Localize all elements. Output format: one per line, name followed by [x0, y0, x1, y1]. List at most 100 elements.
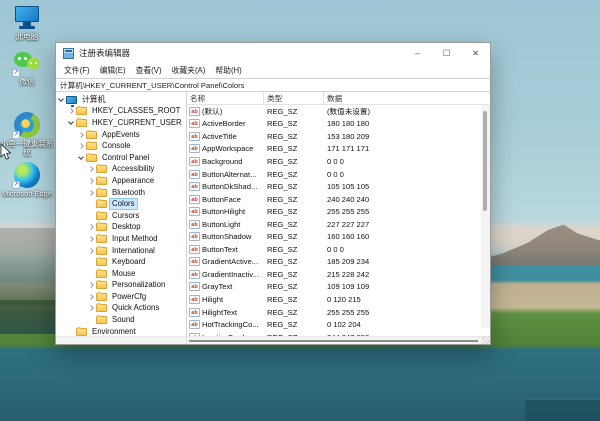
tree-item[interactable]: AppEvents — [56, 129, 186, 141]
chevron-icon[interactable] — [68, 328, 75, 335]
tree-item[interactable]: Bluetooth — [56, 187, 186, 199]
chevron-icon[interactable] — [88, 189, 95, 196]
chevron-icon[interactable] — [78, 143, 85, 150]
value-name: ButtonDkShad... — [202, 182, 258, 192]
table-row[interactable]: ButtonText REG_SZ 0 0 0 — [187, 243, 481, 256]
table-row[interactable]: ButtonShadow REG_SZ 160 160 160 — [187, 230, 481, 243]
tree-item-label: Colors — [109, 198, 138, 211]
tree-hscrollbar[interactable] — [56, 337, 187, 344]
tree-item[interactable]: Personalization — [56, 280, 186, 292]
chevron-icon[interactable] — [88, 166, 95, 173]
close-button[interactable]: ✕ — [461, 43, 490, 63]
menu-item[interactable]: 查看(V) — [131, 65, 167, 76]
chevron-icon[interactable] — [88, 282, 95, 289]
chevron-icon[interactable] — [88, 305, 95, 312]
desktop-icon-wechat[interactable]: ↗ 微信 — [0, 50, 54, 87]
chevron-icon[interactable] — [68, 108, 75, 115]
folder-icon — [96, 164, 107, 174]
tree-item[interactable]: Desktop — [56, 222, 186, 234]
tree-item-label: Environment — [92, 326, 136, 336]
vertical-scrollbar-thumb[interactable] — [483, 111, 487, 211]
table-row[interactable]: HilightText REG_SZ 255 255 255 — [187, 306, 481, 319]
chevron-icon[interactable] — [78, 154, 85, 161]
chevron-icon[interactable] — [88, 293, 95, 300]
table-row[interactable]: Hilight REG_SZ 0 120 215 — [187, 293, 481, 306]
chevron-icon[interactable] — [88, 247, 95, 254]
table-row[interactable]: GrayText REG_SZ 109 109 109 — [187, 281, 481, 294]
tree-item[interactable]: Mouse — [56, 268, 186, 280]
menu-item[interactable]: 文件(F) — [59, 65, 95, 76]
tree-item[interactable]: Console — [56, 140, 186, 152]
maximize-button[interactable]: ☐ — [432, 43, 461, 63]
table-row[interactable]: ButtonDkShad... REG_SZ 105 105 105 — [187, 180, 481, 193]
tree-item[interactable]: Appearance — [56, 175, 186, 187]
column-header-type[interactable]: 类型 — [264, 92, 324, 104]
chevron-icon[interactable] — [88, 224, 95, 231]
table-row[interactable]: (默认) REG_SZ (数值未设置) — [187, 105, 481, 118]
table-row[interactable]: ButtonLight REG_SZ 227 227 227 — [187, 218, 481, 231]
value-type: REG_SZ — [267, 182, 298, 192]
tree-item[interactable]: International — [56, 245, 186, 257]
table-row[interactable]: ButtonAlternat... REG_SZ 0 0 0 — [187, 168, 481, 181]
folder-icon — [86, 152, 97, 162]
folder-icon — [96, 291, 107, 301]
tree-item[interactable]: Accessibility — [56, 164, 186, 176]
value-name: GradientInactiv... — [202, 269, 259, 279]
table-row[interactable]: Background REG_SZ 0 0 0 — [187, 155, 481, 168]
menu-item[interactable]: 编辑(E) — [95, 65, 131, 76]
chevron-icon[interactable] — [78, 131, 85, 138]
title-bar[interactable]: 注册表编辑器 – ☐ ✕ — [56, 43, 490, 63]
address-bar[interactable]: 计算机\HKEY_CURRENT_USER\Control Panel\Colo… — [56, 78, 490, 92]
list-hscrollbar-thumb[interactable] — [189, 340, 478, 342]
table-row[interactable]: InactiveBorder REG_SZ 244 247 252 — [187, 331, 481, 336]
folder-icon — [76, 106, 87, 116]
chevron-icon[interactable] — [88, 235, 95, 242]
chevron-icon[interactable] — [88, 270, 95, 277]
chevron-icon[interactable] — [88, 177, 95, 184]
table-row[interactable]: AppWorkspace REG_SZ 171 171 171 — [187, 143, 481, 156]
column-header-name[interactable]: 名称 — [187, 92, 264, 104]
tree-item[interactable]: HKEY_CURRENT_USER — [56, 117, 186, 129]
desktop-icon-this-pc[interactable]: 此电脑 — [0, 5, 54, 42]
chevron-icon[interactable] — [88, 201, 95, 208]
table-row[interactable]: ButtonHilight REG_SZ 255 255 255 — [187, 205, 481, 218]
tree-item[interactable]: Control Panel — [56, 152, 186, 164]
menu-item[interactable]: 收藏夹(A) — [167, 65, 211, 76]
table-row[interactable]: ActiveBorder REG_SZ 180 180 180 — [187, 118, 481, 131]
menu-item[interactable]: 帮助(H) — [210, 65, 246, 76]
table-row[interactable]: GradientActive... REG_SZ 185 209 234 — [187, 256, 481, 269]
tree-item[interactable]: Input Method — [56, 233, 186, 245]
chevron-icon[interactable] — [58, 96, 65, 103]
tree-item[interactable]: 计算机 — [56, 94, 186, 107]
tree-item[interactable]: HKEY_CLASSES_ROOT — [56, 106, 186, 118]
desktop-icon-edge[interactable]: ↗ Microsoft Edge — [0, 162, 54, 199]
table-row[interactable]: ButtonFace REG_SZ 240 240 240 — [187, 193, 481, 206]
chevron-icon[interactable] — [88, 259, 95, 266]
tree-item[interactable]: Cursors — [56, 210, 186, 222]
reg-sz-icon — [189, 269, 200, 279]
tree-item[interactable]: Quick Actions — [56, 303, 186, 315]
column-header-data[interactable]: 数据 — [324, 92, 481, 104]
vertical-scrollbar[interactable] — [481, 105, 490, 328]
resize-grip[interactable] — [482, 336, 490, 344]
tree-item[interactable]: Environment — [56, 326, 186, 336]
reg-sz-icon — [189, 169, 200, 179]
tree-item[interactable]: Keyboard — [56, 256, 186, 268]
chevron-icon[interactable] — [88, 317, 95, 324]
list-hscrollbar[interactable] — [187, 336, 490, 344]
tree-item-label: Appearance — [112, 175, 155, 185]
value-name: GradientActive... — [202, 257, 259, 267]
registry-editor-window: 注册表编辑器 – ☐ ✕ 文件(F) 编辑(E) 查看(V) 收藏夹(A) 帮助(H) … — [55, 42, 491, 345]
tree-item[interactable]: Sound — [56, 314, 186, 326]
tree-item-label: Sound — [112, 315, 135, 325]
minimize-button[interactable]: – — [403, 43, 432, 63]
table-row[interactable]: HotTrackingCo... REG_SZ 0 102 204 — [187, 318, 481, 331]
tree-item[interactable]: Colors — [56, 198, 186, 211]
table-row[interactable]: GradientInactiv... REG_SZ 215 228 242 — [187, 268, 481, 281]
tree-item[interactable]: PowerCfg — [56, 291, 186, 303]
reg-sz-icon — [189, 131, 200, 141]
table-row[interactable]: ActiveTitle REG_SZ 153 180 209 — [187, 130, 481, 143]
chevron-icon[interactable] — [88, 212, 95, 219]
chevron-icon[interactable] — [68, 119, 75, 126]
value-name: ButtonFace — [202, 194, 241, 204]
